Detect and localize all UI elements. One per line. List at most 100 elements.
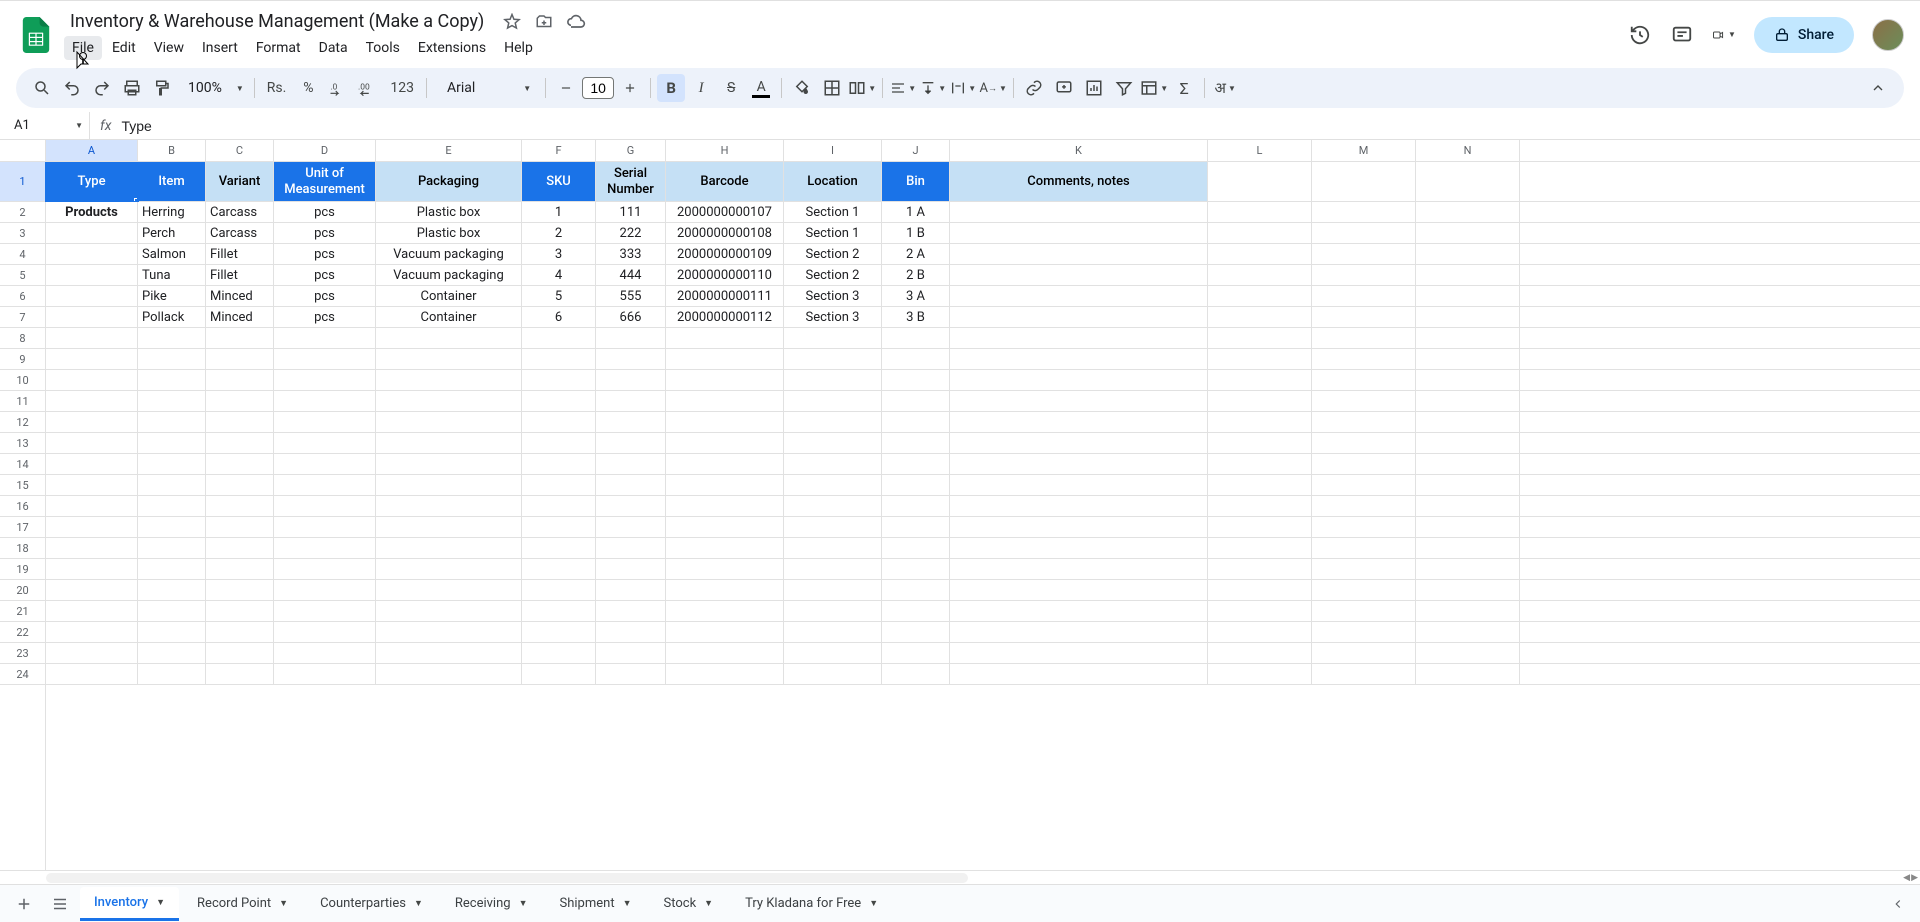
cell[interactable] xyxy=(882,580,950,600)
menu-file[interactable]: File xyxy=(64,36,102,60)
cell[interactable]: 2 xyxy=(522,223,596,243)
column-header-G[interactable]: G xyxy=(596,140,666,161)
cell[interactable] xyxy=(950,622,1208,642)
merge-cells-button[interactable]: ▼ xyxy=(848,74,876,102)
cell[interactable]: 666 xyxy=(596,307,666,327)
cell[interactable] xyxy=(1416,580,1520,600)
cell[interactable] xyxy=(1416,475,1520,495)
cell[interactable] xyxy=(882,559,950,579)
font-family-select[interactable]: Arial▼ xyxy=(433,80,539,96)
cell[interactable] xyxy=(274,580,376,600)
column-header-L[interactable]: L xyxy=(1208,140,1312,161)
cell[interactable] xyxy=(1312,162,1416,201)
menu-edit[interactable]: Edit xyxy=(104,36,144,60)
cell[interactable] xyxy=(138,601,206,621)
cell[interactable] xyxy=(274,454,376,474)
cell[interactable] xyxy=(1312,538,1416,558)
cell[interactable]: 2000000000112 xyxy=(666,307,784,327)
cell[interactable] xyxy=(1312,349,1416,369)
cell[interactable]: 2000000000109 xyxy=(666,244,784,264)
move-icon[interactable] xyxy=(534,12,554,32)
cell[interactable] xyxy=(882,664,950,684)
cell[interactable]: pcs xyxy=(274,265,376,285)
cell[interactable]: Plastic box xyxy=(376,223,522,243)
cell[interactable] xyxy=(274,412,376,432)
cell[interactable]: 555 xyxy=(596,286,666,306)
cell[interactable] xyxy=(1208,370,1312,390)
row-header[interactable]: 7 xyxy=(0,307,45,328)
sheet-tab[interactable]: Inventory▼ xyxy=(80,887,179,921)
column-header-C[interactable]: C xyxy=(206,140,274,161)
cell[interactable] xyxy=(596,517,666,537)
paint-format-icon[interactable] xyxy=(148,74,176,102)
cell[interactable]: 2000000000110 xyxy=(666,265,784,285)
cell[interactable] xyxy=(1208,244,1312,264)
cell[interactable] xyxy=(274,391,376,411)
row-header[interactable]: 15 xyxy=(0,475,45,496)
cell[interactable] xyxy=(784,433,882,453)
cell[interactable] xyxy=(206,433,274,453)
cell[interactable] xyxy=(1416,370,1520,390)
cell[interactable] xyxy=(882,454,950,474)
cell[interactable] xyxy=(950,412,1208,432)
cell[interactable] xyxy=(376,328,522,348)
cell[interactable] xyxy=(1312,412,1416,432)
cell[interactable]: Vacuum packaging xyxy=(376,244,522,264)
cell[interactable] xyxy=(376,664,522,684)
cell[interactable] xyxy=(274,517,376,537)
cell[interactable] xyxy=(882,538,950,558)
cell[interactable] xyxy=(950,265,1208,285)
cell[interactable] xyxy=(274,328,376,348)
cell[interactable] xyxy=(784,517,882,537)
cell[interactable] xyxy=(46,391,138,411)
cell[interactable] xyxy=(206,391,274,411)
horizontal-scrollbar[interactable]: ◀▶ xyxy=(0,870,1920,884)
star-icon[interactable] xyxy=(502,12,522,32)
cell[interactable] xyxy=(596,412,666,432)
cell[interactable]: Salmon xyxy=(138,244,206,264)
cell[interactable]: 2 B xyxy=(882,265,950,285)
cell[interactable] xyxy=(596,475,666,495)
row-header[interactable]: 19 xyxy=(0,559,45,580)
cell[interactable] xyxy=(1208,664,1312,684)
cell[interactable] xyxy=(596,391,666,411)
cell[interactable] xyxy=(376,580,522,600)
cell[interactable] xyxy=(522,412,596,432)
cell[interactable] xyxy=(950,202,1208,222)
menu-data[interactable]: Data xyxy=(311,36,356,60)
cell[interactable] xyxy=(1416,454,1520,474)
cell[interactable]: Fillet xyxy=(206,244,274,264)
column-header-K[interactable]: K xyxy=(950,140,1208,161)
cell[interactable]: Variant xyxy=(206,162,274,201)
decrease-decimal-icon[interactable]: .0 xyxy=(324,74,352,102)
cell[interactable] xyxy=(950,454,1208,474)
column-header-E[interactable]: E xyxy=(376,140,522,161)
cell[interactable] xyxy=(950,559,1208,579)
cell[interactable] xyxy=(46,538,138,558)
cell[interactable] xyxy=(46,349,138,369)
cell[interactable] xyxy=(376,370,522,390)
cell[interactable] xyxy=(784,538,882,558)
cell[interactable]: pcs xyxy=(274,307,376,327)
row-header[interactable]: 6 xyxy=(0,286,45,307)
cell[interactable] xyxy=(46,454,138,474)
cell[interactable]: Fillet xyxy=(206,265,274,285)
cell[interactable] xyxy=(274,475,376,495)
row-header[interactable]: 23 xyxy=(0,643,45,664)
cell[interactable] xyxy=(666,349,784,369)
cell[interactable] xyxy=(950,244,1208,264)
row-header[interactable]: 22 xyxy=(0,622,45,643)
cell[interactable] xyxy=(46,664,138,684)
cell[interactable] xyxy=(666,454,784,474)
cell[interactable] xyxy=(596,601,666,621)
cell[interactable] xyxy=(1208,349,1312,369)
input-tools-button[interactable]: अ▼ xyxy=(1211,74,1239,102)
cell[interactable] xyxy=(882,370,950,390)
bold-button[interactable]: B xyxy=(657,74,685,102)
cell[interactable] xyxy=(206,580,274,600)
cell[interactable] xyxy=(882,391,950,411)
cell[interactable] xyxy=(206,349,274,369)
cell[interactable]: Section 1 xyxy=(784,202,882,222)
more-formats[interactable]: 123 xyxy=(384,74,420,102)
cell[interactable]: Section 3 xyxy=(784,286,882,306)
